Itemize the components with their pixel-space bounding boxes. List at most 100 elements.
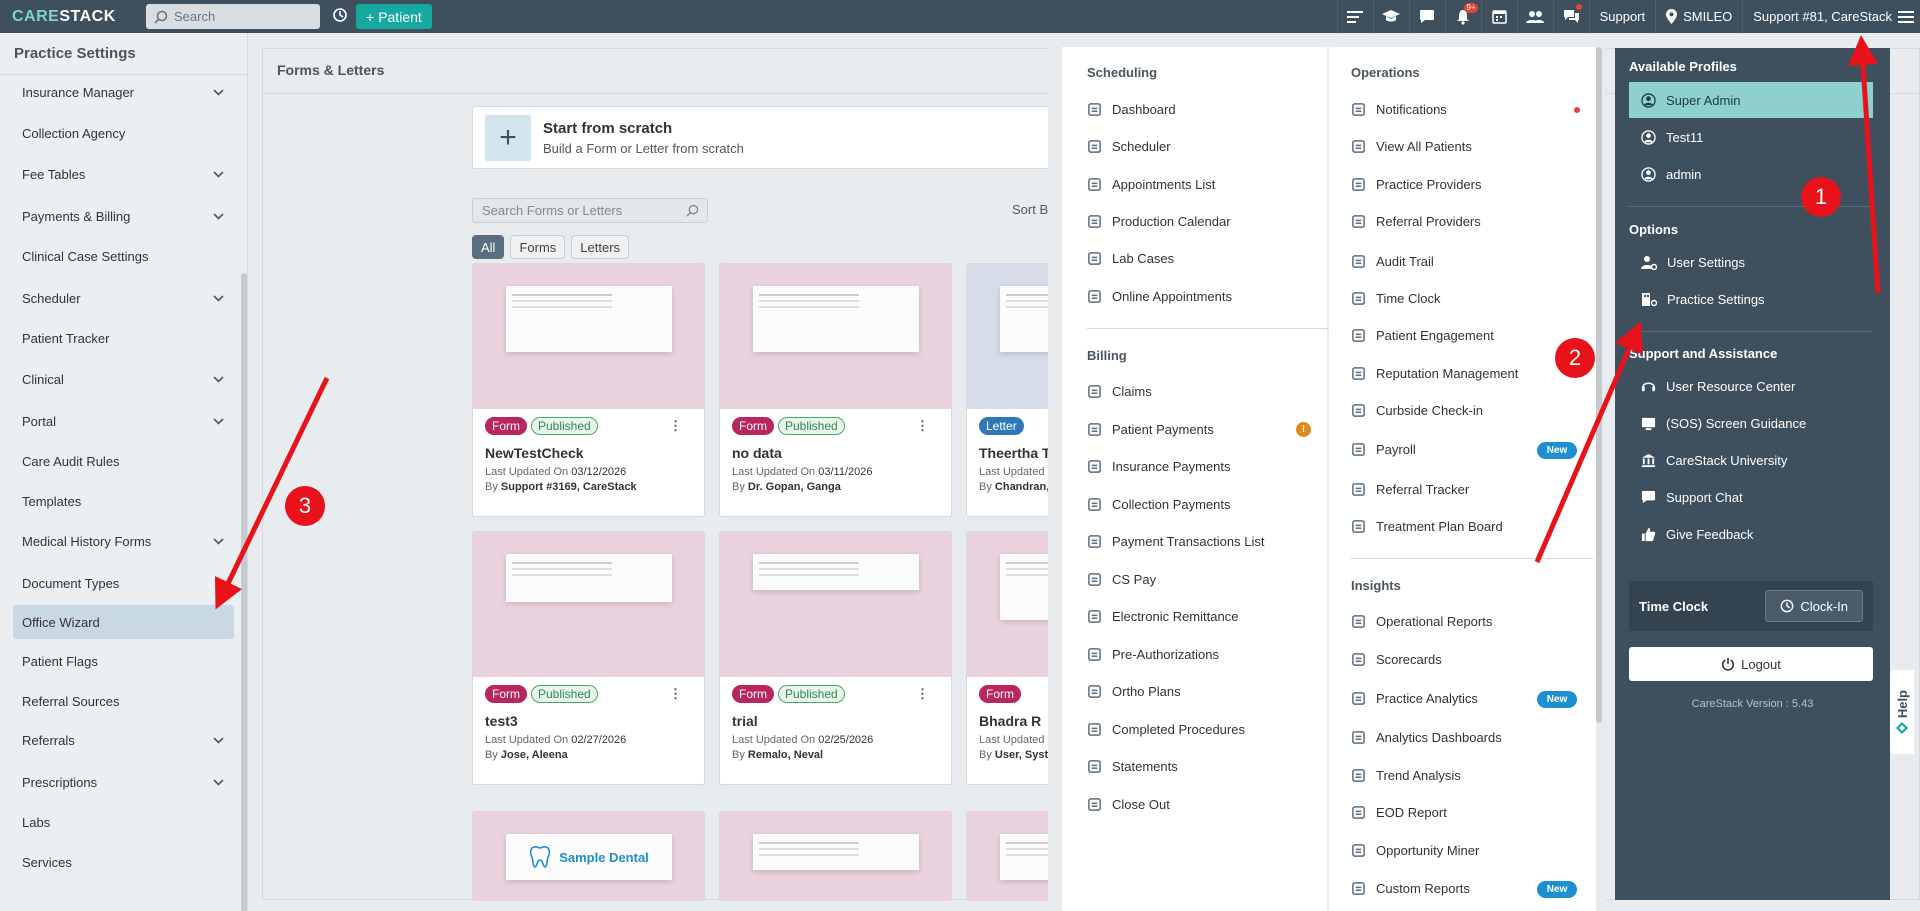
menu-scheduling-dashboard[interactable]: Dashboard [1087, 102, 1176, 117]
menu-billing-close-out[interactable]: Close Out [1087, 797, 1170, 812]
user-settings-link[interactable]: User Settings [1629, 244, 1873, 280]
menu-billing-cs-pay[interactable]: CS Pay [1087, 572, 1156, 587]
menu-insights-practice-analytics[interactable]: Practice Analytics [1351, 691, 1478, 706]
menu-insights-analytics-dashboards[interactable]: Analytics Dashboards [1351, 730, 1502, 745]
carestack-logo[interactable]: CARESTACK [12, 8, 132, 26]
form-card[interactable] [719, 811, 952, 901]
clock-in-button[interactable]: Clock-In [1765, 590, 1863, 622]
add-patient-button[interactable]: + Patient [356, 4, 432, 29]
sidebar-item[interactable]: Collection Agency [13, 116, 234, 150]
sidebar-item[interactable]: Templates [13, 484, 234, 518]
menu-operations-time-clock[interactable]: Time Clock [1351, 291, 1441, 306]
team-icon[interactable] [1516, 0, 1553, 33]
sidebar-item[interactable]: Clinical [13, 362, 234, 396]
menu-scheduling-appointments-list[interactable]: Appointments List [1087, 177, 1215, 192]
menu-operations-view-all-patients[interactable]: View All Patients [1351, 139, 1472, 154]
chevron-down-icon[interactable] [213, 212, 224, 220]
menu-operations-audit-trail[interactable]: Audit Trail [1351, 254, 1434, 269]
menu-insights-trend-analysis[interactable]: Trend Analysis [1351, 768, 1461, 783]
chat-icon[interactable] [1552, 0, 1589, 33]
give-feedback-link[interactable]: Give Feedback [1629, 516, 1873, 552]
menu-billing-ortho-plans[interactable]: Ortho Plans [1087, 684, 1181, 699]
menu-operations-reputation-management[interactable]: Reputation Management [1351, 366, 1518, 381]
menu-operations-notifications[interactable]: Notifications [1351, 102, 1447, 117]
menu-operations-referral-providers[interactable]: Referral Providers [1351, 214, 1481, 229]
sidebar-item[interactable]: Office Wizard [13, 605, 234, 639]
chevron-down-icon[interactable] [213, 88, 224, 96]
user-menu-toggle[interactable]: Support #81, CareStack [1742, 0, 1920, 33]
profile-test11[interactable]: Test11 [1629, 119, 1873, 155]
more-options-icon[interactable]: ⋮ [916, 418, 929, 434]
messages-icon[interactable] [1408, 0, 1445, 33]
menu-billing-collection-payments[interactable]: Collection Payments [1087, 497, 1231, 512]
profile-super-admin[interactable]: Super Admin [1629, 82, 1873, 118]
filter-letters[interactable]: Letters [571, 235, 630, 259]
chevron-down-icon[interactable] [213, 170, 224, 178]
chevron-down-icon[interactable] [213, 537, 224, 545]
logout-button[interactable]: Logout [1629, 647, 1873, 681]
chevron-down-icon[interactable] [213, 778, 224, 786]
menu-operations-payroll[interactable]: Payroll [1351, 442, 1416, 457]
more-options-icon[interactable]: ⋮ [669, 686, 682, 702]
more-options-icon[interactable]: ⋮ [916, 686, 929, 702]
recent-patients-icon[interactable] [332, 7, 348, 26]
screen-guidance-link[interactable]: (SOS) Screen Guidance [1629, 405, 1873, 441]
form-card[interactable]: Form Published ⋮ no data Last Updated On 0… [719, 263, 952, 517]
menu-billing-payment-transactions-list[interactable]: Payment Transactions List [1087, 534, 1264, 549]
filter-forms[interactable]: Forms [510, 235, 566, 259]
menu-operations-treatment-plan-board[interactable]: Treatment Plan Board [1351, 519, 1503, 534]
menu-insights-scorecards[interactable]: Scorecards [1351, 652, 1442, 667]
help-tab[interactable]: Help [1890, 670, 1914, 754]
menu-insights-operational-reports[interactable]: Operational Reports [1351, 614, 1492, 629]
filter-all[interactable]: All [472, 235, 505, 259]
forms-search-input[interactable]: Search Forms or Letters [472, 198, 708, 223]
sidebar-item[interactable]: Scheduler [13, 281, 234, 315]
menu-insights-custom-reports[interactable]: Custom Reports [1351, 881, 1470, 896]
menu-operations-referral-tracker[interactable]: Referral Tracker [1351, 482, 1469, 497]
sidebar-item[interactable]: Prescriptions [13, 765, 234, 799]
menu-operations-practice-providers[interactable]: Practice Providers [1351, 177, 1481, 192]
tasks-icon[interactable] [1336, 0, 1373, 33]
sidebar-item[interactable]: Labs [13, 805, 234, 839]
chevron-down-icon[interactable] [213, 375, 224, 383]
calendar-icon[interactable] [1480, 0, 1517, 33]
start-from-scratch-card[interactable]: + Start from scratch Build a Form or Let… [472, 106, 1092, 169]
more-options-icon[interactable]: ⋮ [669, 418, 682, 434]
support-chat-link[interactable]: Support Chat [1629, 479, 1873, 515]
menu-scheduling-lab-cases[interactable]: Lab Cases [1087, 251, 1174, 266]
menu-billing-insurance-payments[interactable]: Insurance Payments [1087, 459, 1231, 474]
menu-billing-pre-authorizations[interactable]: Pre-Authorizations [1087, 647, 1219, 662]
sidebar-item[interactable]: Care Audit Rules [13, 444, 234, 478]
form-card[interactable]: Form Published ⋮ NewTestCheck Last Updated… [472, 263, 705, 517]
sidebar-item[interactable]: Referrals [13, 723, 234, 757]
menu-billing-patient-payments[interactable]: Patient Payments [1087, 422, 1214, 437]
global-search-input[interactable]: Search [146, 4, 320, 29]
sidebar-item[interactable]: Payments & Billing [13, 199, 234, 233]
support-link[interactable]: Support [1588, 0, 1656, 33]
sidebar-item[interactable]: Insurance Manager [13, 75, 234, 109]
menu-billing-claims[interactable]: Claims [1087, 384, 1152, 399]
chevron-down-icon[interactable] [213, 736, 224, 744]
menu-insights-eod-report[interactable]: EOD Report [1351, 805, 1447, 820]
sidebar-item[interactable]: Portal [13, 404, 234, 438]
carestack-university-link[interactable]: CareStack University [1629, 442, 1873, 478]
chevron-down-icon[interactable] [213, 417, 224, 425]
notifications-bell-icon[interactable]: 9+ [1444, 0, 1481, 33]
sidebar-item[interactable]: Services [13, 845, 234, 879]
menu-operations-patient-engagement[interactable]: Patient Engagement [1351, 328, 1494, 343]
sidebar-item[interactable]: Document Types [13, 566, 234, 600]
sidebar-item[interactable]: Patient Tracker [13, 321, 234, 355]
menu-billing-completed-procedures[interactable]: Completed Procedures [1087, 722, 1245, 737]
menu-scheduling-scheduler[interactable]: Scheduler [1087, 139, 1171, 154]
menu-operations-curbside-check-in[interactable]: Curbside Check-in [1351, 403, 1483, 418]
sidebar-item[interactable]: Referral Sources [13, 684, 234, 718]
form-card[interactable]: Sample Dental [472, 811, 705, 901]
menu-insights-opportunity-miner[interactable]: Opportunity Miner [1351, 843, 1479, 858]
sidebar-item[interactable]: Clinical Case Settings [13, 239, 234, 273]
location-selector[interactable]: SMILEO [1655, 0, 1742, 33]
user-resource-center-link[interactable]: User Resource Center [1629, 368, 1873, 404]
menu-scheduling-online-appointments[interactable]: Online Appointments [1087, 289, 1232, 304]
sidebar-scrollbar[interactable] [241, 273, 247, 911]
sidebar-item[interactable]: Medical History Forms [13, 524, 234, 558]
chevron-down-icon[interactable] [213, 294, 224, 302]
